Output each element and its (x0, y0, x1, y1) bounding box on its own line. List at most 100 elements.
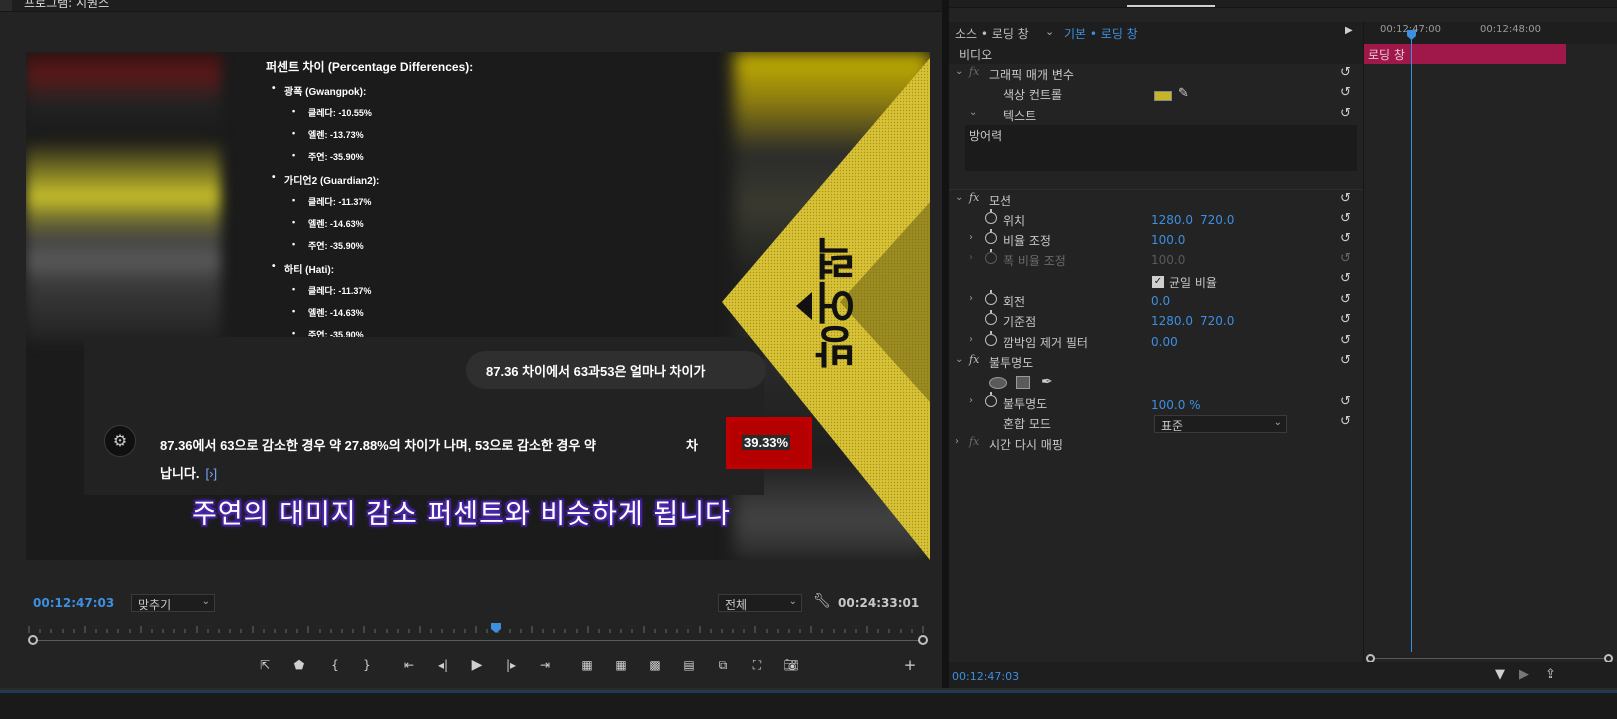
motion-label: 모션 (989, 194, 1012, 208)
chevron-down-icon[interactable]: ⌄ (955, 354, 963, 365)
reset-icon[interactable]: ↺ (1340, 106, 1351, 121)
uniform-scale-label: 균일 비율 (1169, 276, 1217, 290)
effect-timeline-clip[interactable]: 로딩 창 (1364, 44, 1566, 64)
monitor-tab-title[interactable]: 프로그램: 시퀀스 (24, 0, 109, 11)
scrub-end-handle[interactable] (918, 635, 928, 645)
ellipse-mask-icon[interactable] (989, 377, 1007, 389)
rotation-value[interactable]: 0.0 (1151, 294, 1170, 308)
reset-icon[interactable]: ↺ (1340, 312, 1351, 327)
comparison-view-icon[interactable]: ▤ (676, 654, 702, 676)
play-only-audio-icon[interactable]: ▶ (1345, 25, 1353, 36)
video-section-label: 비디오 (959, 48, 993, 62)
sequence-clip-tab[interactable]: 기본 • 로딩 창 (1064, 25, 1138, 42)
mark-in-icon[interactable]: { (322, 654, 348, 676)
go-to-out-icon[interactable]: ⇥ (532, 654, 558, 676)
opacity-section-row[interactable]: ⌄ fx 불투명도 ↺ (949, 352, 1363, 372)
stopwatch-icon[interactable] (985, 229, 997, 244)
pen-mask-icon[interactable]: ✒ (1041, 374, 1053, 390)
chevron-down-icon[interactable]: ⌄ (969, 107, 977, 118)
play-audio-icon[interactable]: ▶ (1519, 667, 1529, 682)
blend-mode-dropdown[interactable]: 표준 ⌄ (1154, 415, 1287, 433)
export-frame-out-icon[interactable]: ⇱ (252, 654, 278, 676)
settings-wrench-icon[interactable]: 🔧︎ (813, 593, 831, 609)
current-timecode[interactable]: 00:12:47:03 (33, 596, 114, 610)
reset-icon[interactable]: ↺ (1340, 85, 1351, 100)
chevron-down-icon[interactable]: ⌄ (1045, 25, 1054, 38)
reset-icon[interactable]: ↺ (1340, 65, 1351, 80)
fx-icon[interactable]: fx (969, 191, 979, 204)
play-icon[interactable]: ▶ (464, 654, 490, 676)
zoom-scroll-track[interactable] (1370, 658, 1604, 659)
reset-icon[interactable]: ↺ (1340, 333, 1351, 348)
text-value-field[interactable]: 방어력 (965, 125, 1357, 171)
graphic-params-row[interactable]: ⌄ fx 그래픽 매개 변수 ↺ (949, 64, 1363, 84)
export-frame-icon[interactable]: 📷︎ (778, 654, 804, 676)
stopwatch-icon[interactable] (985, 331, 997, 346)
step-forward-icon[interactable]: |▸ (498, 654, 524, 676)
motion-row[interactable]: ⌄ fx 모션 ↺ (949, 190, 1363, 210)
time-remap-row[interactable]: › fx 시간 다시 매핑 (949, 434, 1363, 454)
scale-value[interactable]: 100.0 (1151, 233, 1185, 247)
uniform-scale-checkbox[interactable]: ✓ (1152, 276, 1164, 288)
video-section-header: 비디오 (949, 44, 1363, 64)
reset-icon[interactable]: ↺ (1340, 211, 1351, 226)
scrub-bar[interactable] (33, 640, 923, 641)
filter-icon[interactable]: ▼ (1495, 667, 1505, 682)
add-button-icon[interactable]: + (897, 654, 923, 676)
safe-margins-icon[interactable]: ⧉ (710, 654, 736, 676)
answer-text-a: 87.36에서 63으로 감소한 경우 약 27.88%의 차이가 나며, 53… (160, 438, 596, 453)
position-y-value[interactable]: 720.0 (1200, 213, 1234, 227)
reset-icon[interactable]: ↺ (1340, 271, 1351, 286)
anchor-x-value[interactable]: 1280.0 (1151, 314, 1193, 328)
effect-timeline[interactable]: 00:12:47:00 00:12:48:00 로딩 창 (1363, 22, 1617, 663)
time-ruler[interactable] (28, 620, 924, 634)
chevron-down-icon[interactable]: ⌄ (955, 192, 963, 203)
ruler-time-label: 00:12:48:00 (1480, 24, 1542, 35)
eyedropper-icon[interactable]: ✎ (1178, 86, 1189, 101)
rectangle-mask-icon[interactable] (1016, 376, 1030, 389)
reset-icon[interactable]: ↺ (1340, 231, 1351, 246)
reset-icon[interactable]: ↺ (1340, 191, 1351, 206)
diff-title: 퍼센트 차이 (Percentage Differences): (266, 60, 474, 74)
flicker-label: 깜박임 제거 필터 (1003, 336, 1088, 350)
playback-resolution-dropdown[interactable]: 전체 ⌄ (718, 594, 802, 612)
extract-icon[interactable]: ▦ (608, 654, 634, 676)
flicker-value[interactable]: 0.00 (1151, 335, 1178, 349)
fx-icon[interactable]: fx (969, 65, 979, 78)
vr-video-icon[interactable]: ⛶ (744, 654, 770, 676)
panel-menu-grip[interactable] (0, 0, 12, 11)
step-back-icon[interactable]: ◂| (430, 654, 456, 676)
chevron-down-icon[interactable]: ⌄ (955, 66, 963, 77)
reset-icon[interactable]: ↺ (1340, 292, 1351, 307)
export-icon[interactable]: ⇪ (1545, 667, 1556, 682)
source-clip-tab[interactable]: 소스 • 로딩 창 (955, 25, 1029, 42)
add-marker-icon[interactable]: ⬟ (286, 654, 312, 676)
mark-out-icon[interactable]: } (354, 654, 380, 676)
reset-icon[interactable]: ↺ (1340, 353, 1351, 368)
opacity-value[interactable]: 100.0 % (1151, 398, 1201, 412)
reset-icon[interactable]: ↺ (1340, 414, 1351, 429)
stopwatch-icon[interactable] (985, 290, 997, 305)
chevron-right-icon[interactable]: › (969, 293, 973, 304)
zoom-level-dropdown[interactable]: 맞추기 ⌄ (131, 594, 215, 612)
chevron-right-icon[interactable]: › (969, 334, 973, 345)
stopwatch-icon[interactable] (985, 209, 997, 224)
reset-icon[interactable]: ↺ (1340, 394, 1351, 409)
effect-timeline-ruler[interactable]: 00:12:47:00 00:12:48:00 (1364, 22, 1617, 44)
multicam-icon[interactable]: ▩ (642, 654, 668, 676)
anchor-y-value[interactable]: 720.0 (1200, 314, 1234, 328)
go-to-in-icon[interactable]: ⇤ (396, 654, 422, 676)
video-frame[interactable]: 퍼센트 차이 (Percentage Differences): 광폭 (Gwa… (26, 52, 930, 560)
stopwatch-icon[interactable] (985, 310, 997, 325)
fx-icon[interactable]: fx (969, 353, 979, 366)
chevron-right-icon[interactable]: › (955, 436, 959, 447)
chevron-right-icon[interactable]: › (969, 395, 973, 406)
chevron-right-icon[interactable]: › (969, 232, 973, 243)
effect-controls-timecode[interactable]: 00:12:47:03 (952, 670, 1019, 683)
lift-icon[interactable]: ▦ (574, 654, 600, 676)
scrub-start-handle[interactable] (28, 635, 38, 645)
stopwatch-icon[interactable] (985, 392, 997, 407)
position-x-value[interactable]: 1280.0 (1151, 213, 1193, 227)
panel-splitter[interactable] (942, 0, 949, 688)
color-swatch[interactable] (1154, 91, 1172, 101)
